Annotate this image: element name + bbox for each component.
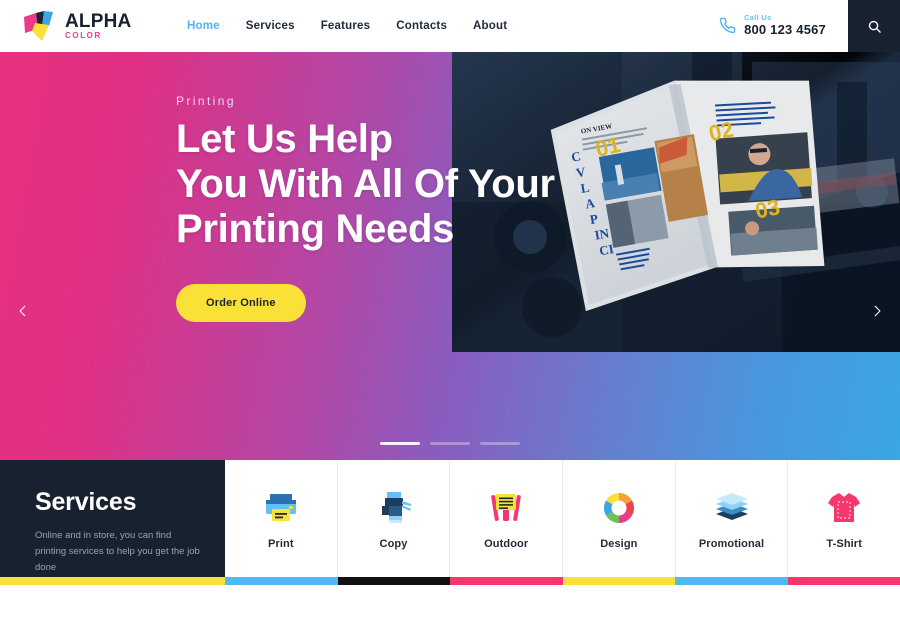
call-us-label: Call Us	[744, 13, 772, 23]
header-right: Call Us 800 123 4567	[719, 0, 900, 52]
services-description: Online and in store, you can find printi…	[35, 530, 200, 573]
services-intro: Services Online and in store, you can fi…	[0, 460, 225, 577]
search-button[interactable]	[848, 0, 900, 52]
service-card-promotional[interactable]: Promotional	[674, 460, 788, 577]
service-label: Design	[600, 538, 638, 550]
logo[interactable]: ALPHA COLOR	[22, 9, 172, 43]
service-card-print[interactable]: Print	[225, 460, 337, 577]
accent-bar-design	[562, 577, 675, 585]
call-us-number: 800 123 4567	[744, 22, 826, 38]
hero-title: Let Us Help You With All Of Your Printin…	[176, 117, 555, 252]
paper-stack-icon	[713, 485, 751, 531]
hero-copy: Printing Let Us Help You With All Of You…	[176, 94, 555, 322]
order-online-button[interactable]: Order Online	[176, 284, 306, 322]
service-label: Copy	[379, 538, 408, 550]
service-label: Promotional	[698, 538, 765, 550]
main-navigation: Home Services Features Contacts About	[187, 20, 507, 32]
services-cards: Print Copy Outdoor Design Promotional T-…	[225, 460, 900, 577]
slider-dot-3[interactable]	[480, 442, 520, 445]
hero-title-line-2: You With All Of Your	[176, 162, 555, 206]
alpha-color-logo-icon	[22, 9, 60, 43]
landing-page: ALPHA COLOR Home Services Features Conta…	[0, 0, 900, 625]
nav-item-home[interactable]: Home	[187, 20, 220, 32]
accent-bar-cards	[225, 577, 900, 585]
slider-dot-1[interactable]	[380, 442, 420, 445]
service-card-tshirt[interactable]: T-Shirt	[787, 460, 900, 577]
slider-prev-button[interactable]	[8, 296, 38, 326]
hero-title-line-1: Let Us Help	[176, 117, 393, 161]
service-label: Print	[268, 538, 294, 550]
chevron-left-icon	[19, 305, 26, 317]
service-card-design[interactable]: Design	[562, 460, 675, 577]
phone-icon	[719, 18, 736, 34]
easel-sign-icon	[488, 485, 524, 531]
slider-pagination	[0, 442, 900, 445]
accent-bar-promotional	[675, 577, 788, 585]
nav-item-contacts[interactable]: Contacts	[396, 20, 447, 32]
service-label: T-Shirt	[826, 538, 862, 550]
tshirt-icon	[826, 485, 862, 531]
page-bottom-spacer	[0, 585, 900, 620]
color-ring-icon	[602, 485, 636, 531]
copier-icon	[376, 485, 412, 531]
hero-slider: ON VIEW C V L A P IN CI 01 02 03 Printin…	[0, 52, 900, 460]
service-label: Outdoor	[484, 538, 529, 550]
services-accent-bars	[0, 577, 900, 585]
service-card-outdoor[interactable]: Outdoor	[449, 460, 563, 577]
accent-bar-tshirt	[787, 577, 900, 585]
printer-icon	[263, 485, 299, 531]
service-card-copy[interactable]: Copy	[336, 460, 450, 577]
chevron-right-icon	[874, 305, 881, 317]
slider-dot-2[interactable]	[430, 442, 470, 445]
hero-title-line-3: Printing Needs	[176, 207, 455, 251]
site-header: ALPHA COLOR Home Services Features Conta…	[0, 0, 900, 52]
nav-item-features[interactable]: Features	[321, 20, 371, 32]
nav-item-about[interactable]: About	[473, 20, 507, 32]
accent-bar-intro	[0, 577, 225, 585]
call-us-block[interactable]: Call Us 800 123 4567	[719, 13, 848, 38]
hero-eyebrow: Printing	[176, 94, 236, 108]
logo-title: ALPHA	[65, 11, 132, 32]
search-icon	[868, 20, 881, 33]
services-title: Services	[35, 488, 137, 516]
logo-subtitle: COLOR	[65, 31, 102, 40]
slider-next-button[interactable]	[862, 296, 892, 326]
nav-item-services[interactable]: Services	[246, 20, 295, 32]
accent-bar-print	[225, 577, 338, 585]
accent-bar-copy	[337, 577, 450, 585]
services-section: Services Online and in store, you can fi…	[0, 460, 900, 577]
accent-bar-outdoor	[450, 577, 563, 585]
